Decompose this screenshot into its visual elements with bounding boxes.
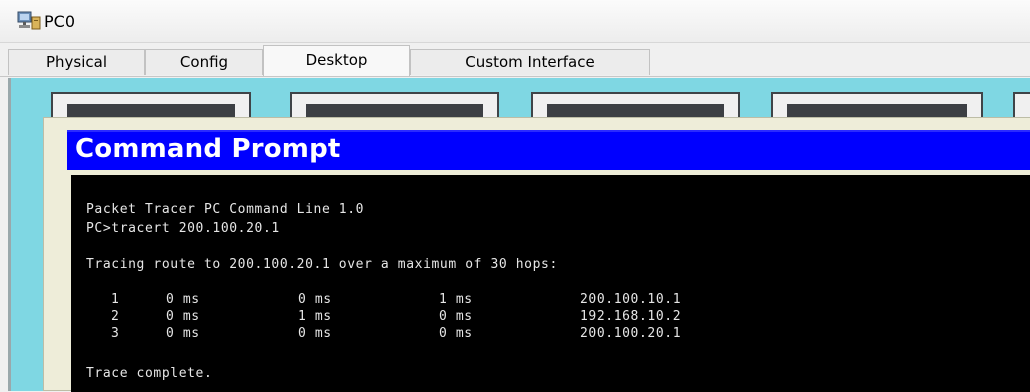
hop-time: 0 ms [166, 326, 200, 341]
hop-ip: 200.100.10.1 [580, 292, 682, 307]
console-banner: Packet Tracer PC Command Line 1.0 [86, 202, 365, 217]
console-output[interactable]: Packet Tracer PC Command Line 1.0 PC>tra… [71, 175, 1030, 392]
hop-time: 0 ms [298, 292, 332, 307]
console-footer: Trace complete. [86, 366, 213, 381]
console-command: PC>tracert 200.100.20.1 [86, 221, 280, 236]
command-prompt-window: Command Prompt Packet Tracer PC Command … [43, 117, 1030, 392]
hop-ip: 200.100.20.1 [580, 326, 682, 341]
hop-time: 1 ms [298, 309, 332, 324]
hop-time: 0 ms [439, 309, 473, 324]
title-bar: PC0 [0, 0, 1030, 43]
hop-time: 0 ms [439, 326, 473, 341]
console-tracing-line: Tracing route to 200.100.20.1 over a max… [86, 257, 558, 272]
tab-physical[interactable]: Physical [8, 49, 145, 75]
hop-number: 3 [111, 326, 120, 341]
desktop-area: Command Prompt Packet Tracer PC Command … [8, 78, 1030, 392]
pc-icon [17, 11, 41, 30]
hop-time: 0 ms [166, 292, 200, 307]
window-title: PC0 [44, 12, 75, 31]
tab-custom-interface[interactable]: Custom Interface [410, 49, 650, 75]
hop-number: 2 [111, 309, 120, 324]
hop-time: 0 ms [298, 326, 332, 341]
command-prompt-title: Command Prompt [75, 134, 341, 164]
hop-number: 1 [111, 292, 120, 307]
hop-ip: 192.168.10.2 [580, 309, 682, 324]
tab-config[interactable]: Config [145, 49, 263, 75]
tab-desktop[interactable]: Desktop [263, 45, 410, 76]
tab-bar: Physical Config Desktop Custom Interface [0, 45, 1030, 77]
hop-time: 0 ms [166, 309, 200, 324]
command-prompt-header: Command Prompt [67, 130, 1030, 170]
hop-time: 1 ms [439, 292, 473, 307]
